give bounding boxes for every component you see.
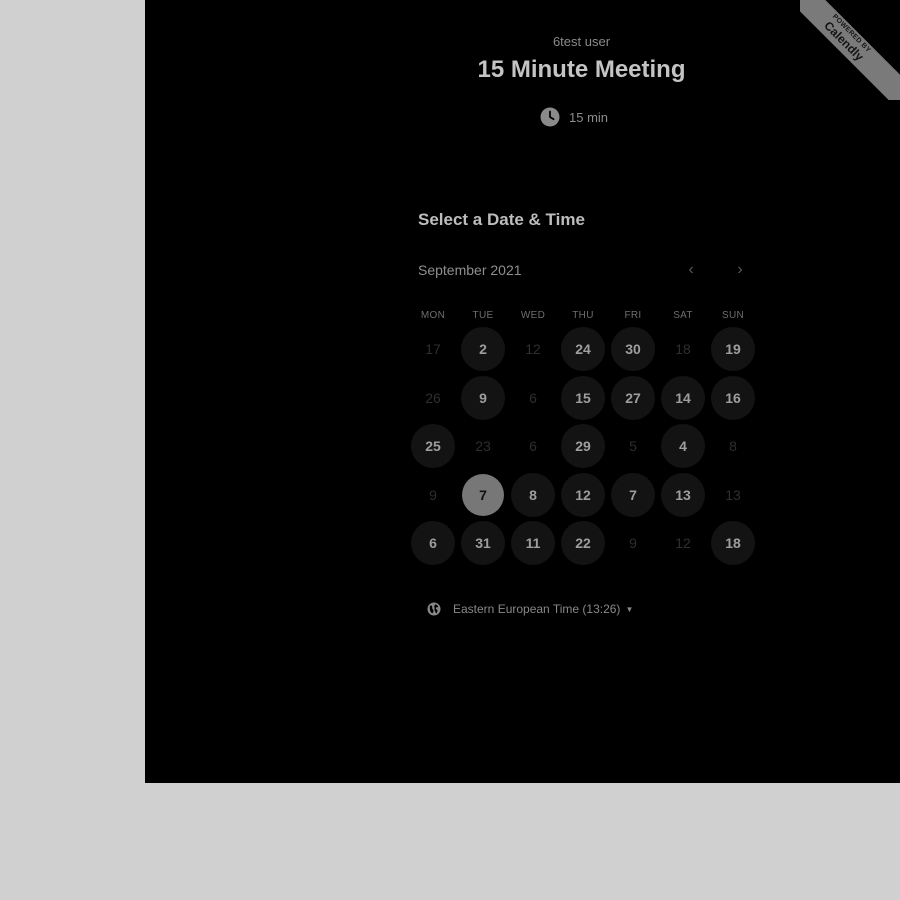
calendar-day: 9 xyxy=(629,535,637,552)
calendar-day: 13 xyxy=(725,486,741,503)
calendar-day-selected[interactable]: 7 xyxy=(462,473,504,516)
calendar-day[interactable]: 2 xyxy=(461,327,505,372)
calendar-day[interactable]: 27 xyxy=(611,375,655,420)
chevron-right-icon: › xyxy=(737,261,743,278)
calendar-day: 18 xyxy=(675,341,691,358)
calendar-day[interactable]: 16 xyxy=(711,375,755,420)
calendar-day: 8 xyxy=(729,438,737,455)
timezone-label: Eastern European Time (13:26) xyxy=(453,602,621,616)
calendar-day[interactable]: 9 xyxy=(461,375,505,420)
globe-icon xyxy=(427,602,441,616)
ribbon-badge[interactable]: Powered by Calendly xyxy=(800,0,900,100)
calendar-day[interactable]: 30 xyxy=(611,327,655,372)
calendar-day[interactable]: 8 xyxy=(511,472,555,517)
calendar-day[interactable]: 7 xyxy=(611,472,655,517)
weekday-label: THU xyxy=(572,310,594,321)
calendar-day[interactable]: 22 xyxy=(561,521,605,566)
calendar-day[interactable]: 12 xyxy=(561,472,605,517)
clock-icon xyxy=(540,107,560,127)
calendar-day[interactable]: 18 xyxy=(711,521,755,566)
calendar-day: 12 xyxy=(675,535,691,552)
calendar-day: 26 xyxy=(425,389,441,406)
weekday-label: SAT xyxy=(673,310,693,321)
calendar-grid: MON TUE WED THU FRI SAT SUN 17 2 12 24 30 18 1… xyxy=(408,308,758,568)
weekday-label: WED xyxy=(520,310,546,321)
calendar-day: 6 xyxy=(529,389,537,406)
organizer-name: 6test user xyxy=(552,34,611,49)
next-month-button[interactable]: › xyxy=(731,261,749,279)
powered-by-calendly-ribbon[interactable]: Powered by Calendly xyxy=(800,0,900,100)
calendar-day[interactable]: 15 xyxy=(561,375,605,420)
calendar-day[interactable]: 24 xyxy=(561,327,605,372)
calendar-day[interactable]: 6 xyxy=(411,521,455,566)
caret-down-icon: ▼ xyxy=(625,604,634,614)
select-date-heading: Select a Date & Time xyxy=(418,210,585,229)
chevron-left-icon: ‹ xyxy=(688,261,694,278)
calendar-day[interactable]: 25 xyxy=(411,424,455,469)
calendar-day[interactable]: 29 xyxy=(561,424,605,469)
calendar-day: 5 xyxy=(629,438,637,455)
weekday-label: MON xyxy=(420,310,446,321)
event-title: 15 Minute Meeting xyxy=(477,56,686,83)
weekday-label: TUE xyxy=(472,310,494,321)
calendar-day[interactable]: 13 xyxy=(661,472,705,517)
calendar-day: 6 xyxy=(529,438,537,455)
calendar-day: 23 xyxy=(475,438,491,455)
calendar-day: 17 xyxy=(425,341,441,358)
calendar-day[interactable]: 4 xyxy=(661,424,705,469)
prev-month-button[interactable]: ‹ xyxy=(682,261,700,279)
days-grid: 17 2 12 24 30 18 19 26 9 6 15 27 14 16 25 23 6 29 5 4 8 9 7 8 12… xyxy=(408,325,758,568)
month-label: September 2021 xyxy=(418,262,522,278)
duration-label: 15 min xyxy=(569,109,609,125)
event-duration: 15 min xyxy=(540,107,608,127)
ribbon-brand-text: Calendly xyxy=(821,18,867,64)
calendar-day[interactable]: 31 xyxy=(461,521,505,566)
calendar-day[interactable]: 11 xyxy=(511,521,555,566)
booking-panel: Powered by Calendly 6test user 15 Minute… xyxy=(145,0,900,783)
calendar-day[interactable]: 19 xyxy=(711,327,755,372)
calendar-day: 12 xyxy=(525,341,541,358)
weekday-header: MON TUE WED THU FRI SAT SUN xyxy=(408,308,758,324)
timezone-selector[interactable]: Eastern European Time (13:26) ▼ xyxy=(427,600,633,618)
weekday-label: FRI xyxy=(624,310,642,321)
calendar-day: 9 xyxy=(429,486,437,503)
weekday-label: SUN xyxy=(721,310,744,321)
calendar-day[interactable]: 14 xyxy=(661,375,705,420)
